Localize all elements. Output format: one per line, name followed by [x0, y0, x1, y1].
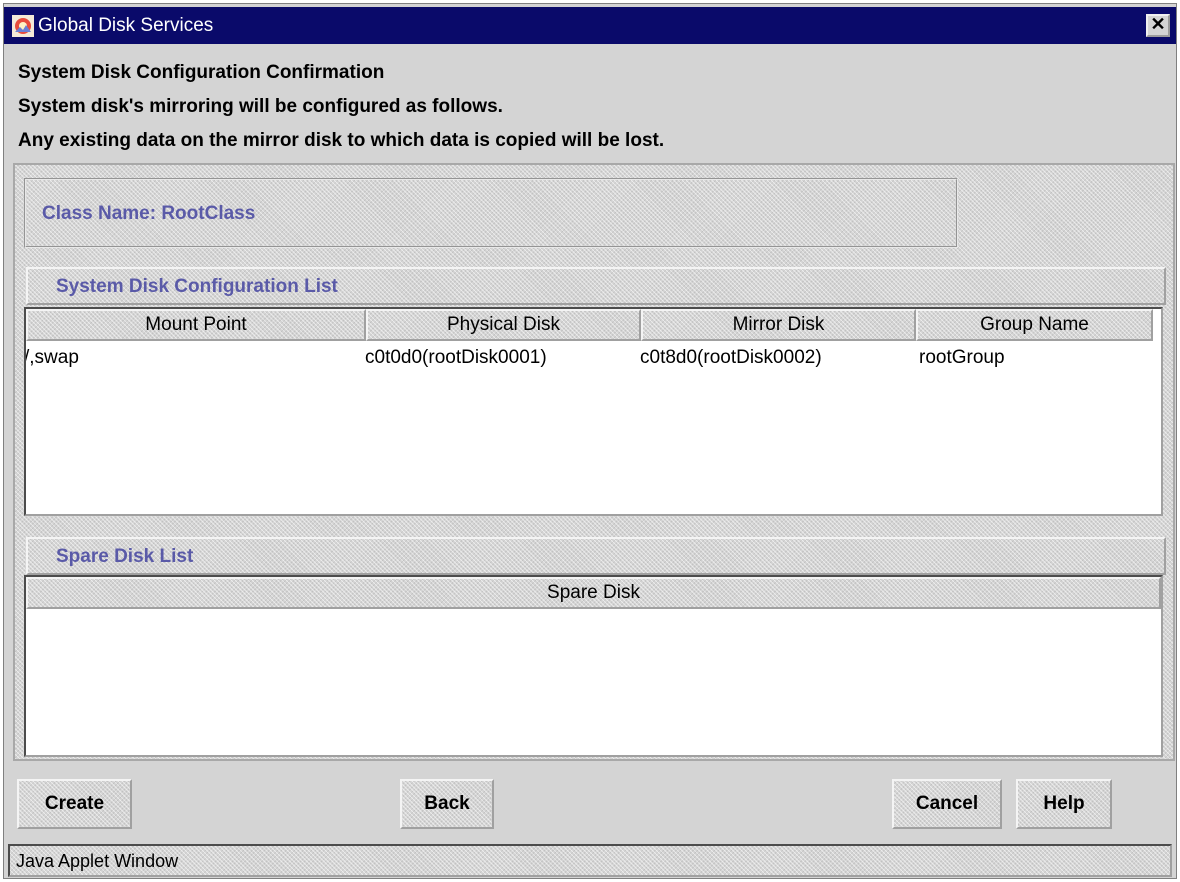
- col-physical-disk[interactable]: Physical Disk: [366, 309, 641, 341]
- class-name-box: Class Name: RootClass: [24, 178, 958, 248]
- cell-physical-disk: c0t0d0(rootDisk0001): [365, 347, 547, 368]
- col-spare-disk[interactable]: Spare Disk: [26, 577, 1161, 609]
- status-text: Java Applet Window: [16, 851, 179, 871]
- config-table: Mount Point Physical Disk Mirror Disk Gr…: [24, 307, 1163, 516]
- spare-table: Spare Disk: [24, 575, 1163, 757]
- dialog-heading: System Disk Configuration Confirmation: [18, 62, 385, 83]
- cancel-button[interactable]: Cancel: [892, 779, 1002, 829]
- config-list-header: System Disk Configuration List: [26, 267, 1166, 305]
- col-group-name[interactable]: Group Name: [916, 309, 1153, 341]
- class-name-label: Class Name: RootClass: [42, 203, 256, 224]
- close-icon[interactable]: ✕: [1146, 14, 1170, 37]
- dialog-warning: Any existing data on the mirror disk to …: [18, 130, 665, 151]
- spare-list-title: Spare Disk List: [56, 546, 194, 567]
- gds-app-icon: [12, 15, 34, 37]
- help-button[interactable]: Help: [1016, 779, 1112, 829]
- spare-list-header: Spare Disk List: [26, 537, 1166, 575]
- col-mirror-disk[interactable]: Mirror Disk: [641, 309, 916, 341]
- title-bar[interactable]: Global Disk Services ✕: [4, 7, 1176, 44]
- config-list-title: System Disk Configuration List: [56, 276, 338, 297]
- window-title: Global Disk Services: [38, 15, 214, 36]
- create-button[interactable]: Create: [17, 779, 132, 829]
- back-button[interactable]: Back: [400, 779, 494, 829]
- col-mount-point[interactable]: Mount Point: [26, 309, 366, 341]
- dialog-description: System disk's mirroring will be configur…: [18, 96, 503, 117]
- cell-mirror-disk: c0t8d0(rootDisk0002): [640, 347, 822, 368]
- status-bar: Java Applet Window: [8, 844, 1172, 877]
- cell-group-name: rootGroup: [919, 347, 1005, 368]
- cell-mount-point: /,swap: [24, 347, 79, 368]
